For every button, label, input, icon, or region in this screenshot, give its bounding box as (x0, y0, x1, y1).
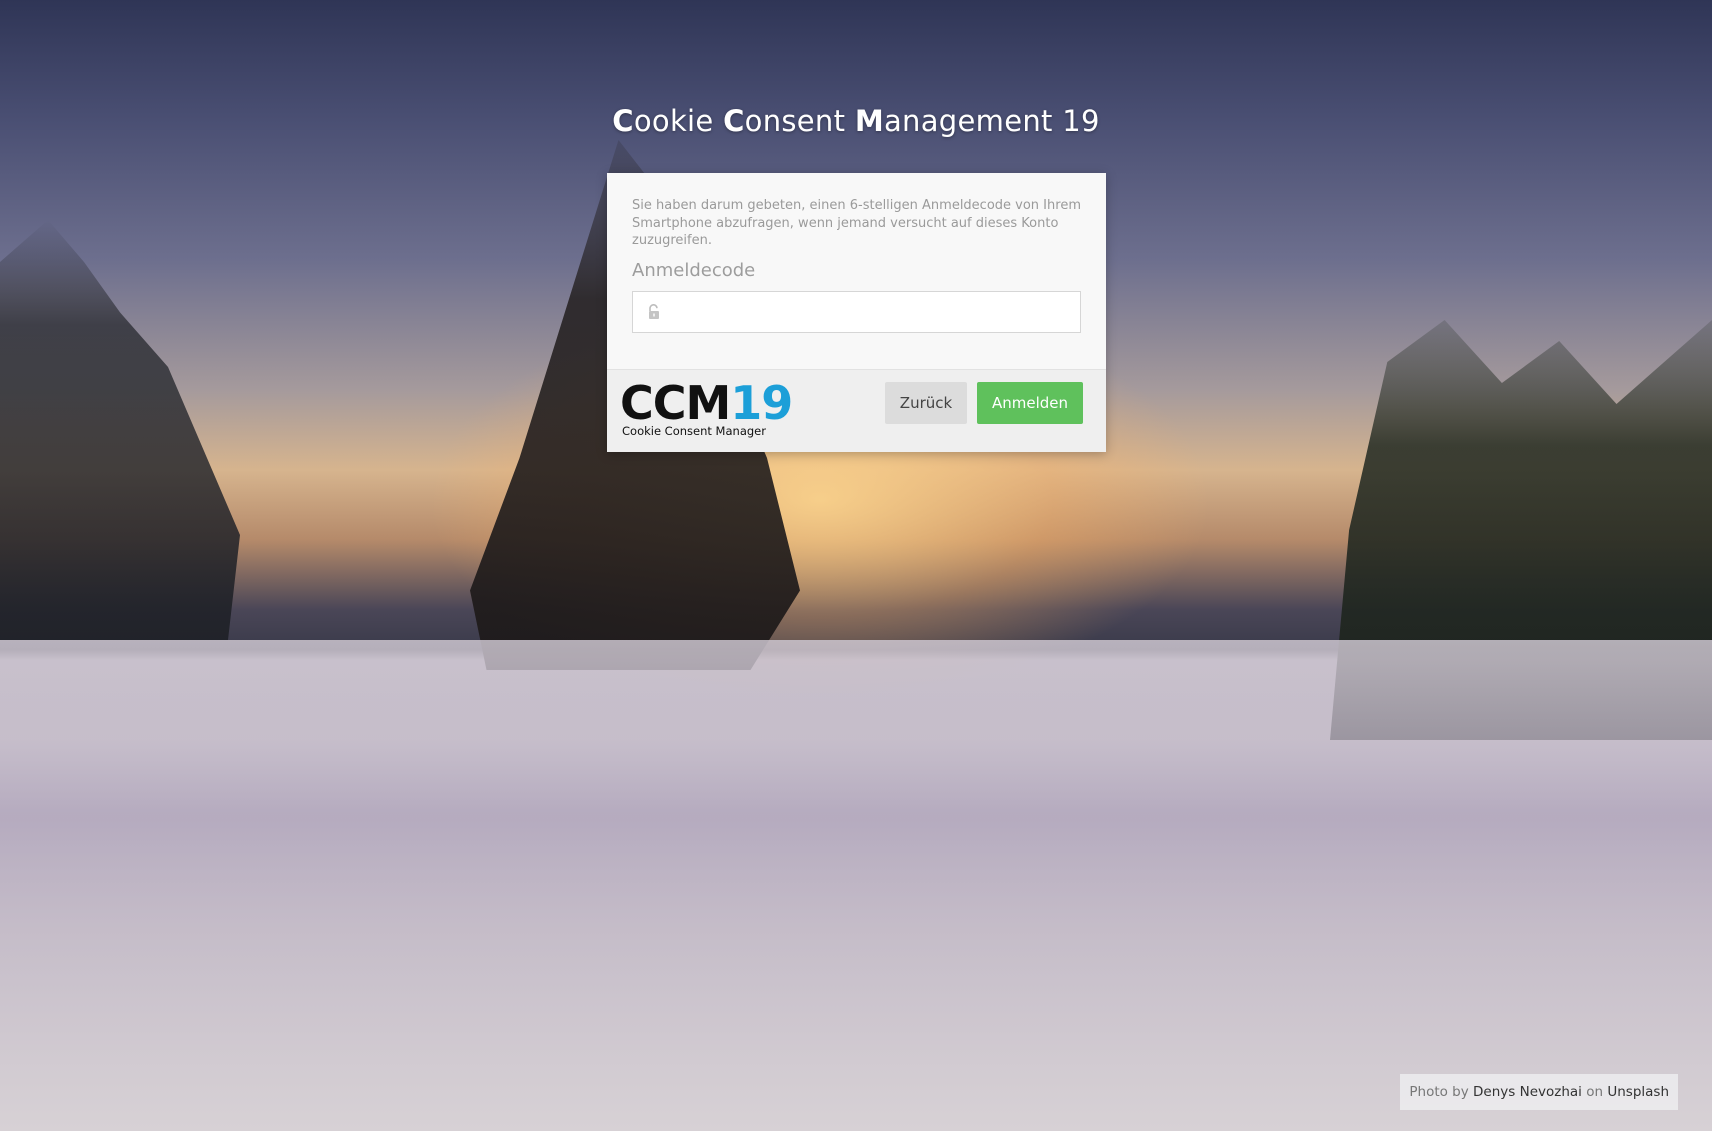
login-card-footer: CCM19 Cookie Consent Manager Zurück Anme… (607, 368, 1106, 452)
logo-subtitle: Cookie Consent Manager (622, 423, 766, 438)
photo-credit: Photo by Denys Nevozhai on Unsplash (1400, 1074, 1678, 1110)
code-field-label: Anmeldecode (632, 259, 756, 281)
ccm19-logo: CCM19 Cookie Consent Manager (620, 380, 793, 440)
credit-author-link[interactable]: Denys Nevozhai (1473, 1084, 1582, 1100)
login-card: Sie haben darum gebeten, einen 6-stellig… (607, 173, 1106, 452)
unlock-icon (649, 303, 659, 319)
code-field[interactable] (632, 290, 1081, 333)
credit-prefix: Photo by (1409, 1084, 1469, 1100)
credit-on: on (1586, 1084, 1604, 1100)
page-title: Cookie Consent Management 19 (612, 104, 1100, 138)
logo-wordmark: CCM19 (620, 375, 793, 430)
credit-unsplash-link[interactable]: Unsplash (1607, 1084, 1669, 1100)
login-card-body: Sie haben darum gebeten, einen 6-stellig… (607, 173, 1106, 369)
login-button[interactable]: Anmelden (977, 381, 1083, 424)
code-input[interactable] (671, 291, 1080, 332)
background-snow (0, 640, 1712, 1131)
two-factor-info-text: Sie haben darum gebeten, einen 6-stellig… (632, 198, 1081, 248)
back-button[interactable]: Zurück (885, 381, 967, 424)
